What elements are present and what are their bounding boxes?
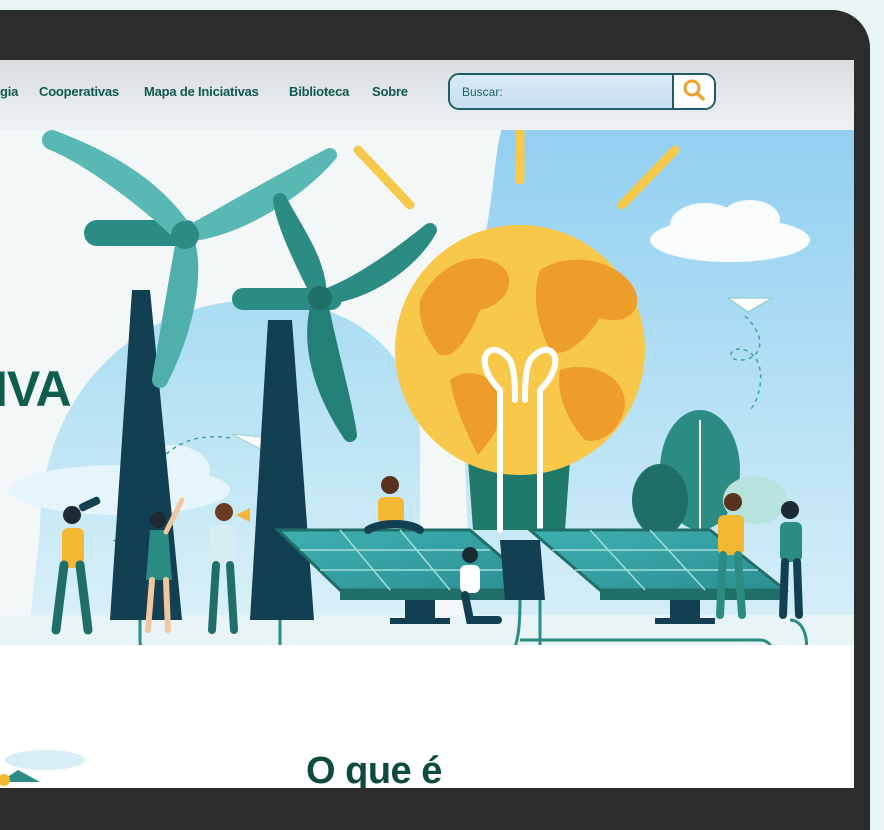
hero-illustration bbox=[0, 60, 854, 788]
nav-link-mapa-de-iniciativas[interactable]: Mapa de Iniciativas bbox=[144, 84, 259, 99]
search-input[interactable] bbox=[450, 75, 672, 108]
globe-bulb bbox=[395, 225, 645, 475]
search-box bbox=[448, 73, 716, 110]
search-button[interactable] bbox=[672, 75, 714, 108]
nav-link-energia[interactable]: gia bbox=[0, 84, 18, 99]
top-navigation: gia Cooperativas Mapa de Iniciativas Bib… bbox=[0, 60, 854, 130]
hero-title: IVA bbox=[0, 361, 72, 417]
nav-link-cooperativas[interactable]: Cooperativas bbox=[39, 84, 119, 99]
browser-screen: gia Cooperativas Mapa de Iniciativas Bib… bbox=[0, 60, 854, 788]
section-title: O que é bbox=[306, 750, 442, 788]
nav-link-biblioteca[interactable]: Biblioteca bbox=[289, 84, 349, 99]
nav-link-sobre[interactable]: Sobre bbox=[372, 84, 408, 99]
search-icon bbox=[683, 79, 705, 101]
